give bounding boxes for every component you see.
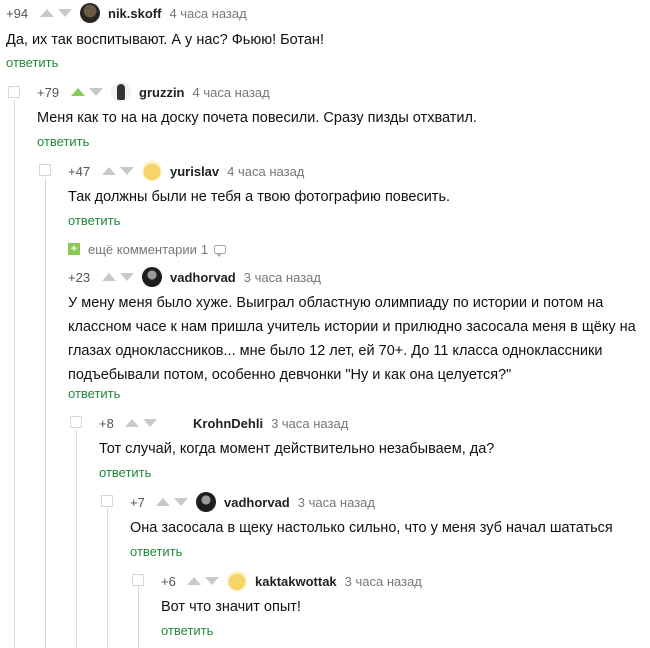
rating-score: +23 [68,269,91,285]
reply-link[interactable]: ответить [37,134,89,149]
avatar[interactable] [227,571,247,591]
timestamp[interactable]: 4 часа назад [227,164,304,179]
thread-line [45,178,46,648]
rating-score: +94 [6,5,29,21]
comment-text: Меня как то на на доску почета повесили.… [37,110,477,126]
collapse-branch-toggle[interactable] [8,86,20,98]
more-comments-count: 1 [200,241,209,257]
downvote-icon[interactable] [120,273,134,281]
reply-link[interactable]: ответить [68,213,120,228]
username[interactable]: vadhorvad [224,495,290,510]
downvote-icon[interactable] [89,88,103,96]
avatar[interactable] [165,413,185,433]
upvote-icon[interactable] [40,9,54,17]
thread-line [14,100,15,648]
avatar[interactable] [111,82,131,102]
timestamp[interactable]: 4 часа назад [193,85,270,100]
downvote-icon[interactable] [58,9,72,17]
comment-text: Вот что значит опыт! [161,599,301,615]
reply-link[interactable]: ответить [68,386,120,401]
thread-line [107,508,108,648]
comment-text-line: глазах одноклассников... мне было 12 лет… [68,343,603,359]
username[interactable]: kaktakwottak [255,574,337,589]
reply-link[interactable]: ответить [161,623,213,638]
timestamp[interactable]: 4 часа назад [169,6,246,21]
comment-text-line: подъебывали потом, особенно девчонки "Ну… [68,367,512,383]
comment: +7 vadhorvad 3 часа назад Она засосала в… [130,491,640,561]
collapse-branch-toggle[interactable] [39,164,51,176]
more-comments-button[interactable]: + ещё комментарии 1 [68,240,227,258]
comment: +47 yurislav 4 часа назад Так должны был… [68,160,638,230]
upvote-icon[interactable] [156,498,170,506]
upvote-icon[interactable] [102,273,116,281]
reply-link[interactable]: ответить [130,544,182,559]
comment: +23 vadhorvad 3 часа назад У мену меня б… [68,266,643,406]
comment-text: Она засосала в щеку настолько сильно, чт… [130,520,613,536]
comment-text-line: классном часе к нам пришла учитель истор… [68,319,636,335]
downvote-icon[interactable] [120,167,134,175]
avatar[interactable] [142,267,162,287]
avatar[interactable] [80,3,100,23]
comment-header: +8 KrohnDehli 3 часа назад [99,412,348,434]
reply-link[interactable]: ответить [99,465,151,480]
more-comments-label: ещё комментарии [88,241,197,257]
timestamp[interactable]: 3 часа назад [271,416,348,431]
comment-header: +79 gruzzin 4 часа назад [37,81,270,103]
rating-score: +7 [130,494,145,510]
comment-header: +47 yurislav 4 часа назад [68,160,304,182]
comment-header: +7 vadhorvad 3 часа назад [130,491,375,513]
upvote-icon[interactable] [187,577,201,585]
rating-score: +47 [68,163,91,179]
collapse-branch-toggle[interactable] [132,574,144,586]
upvote-icon[interactable] [125,419,139,427]
downvote-icon[interactable] [205,577,219,585]
username[interactable]: nik.skoff [108,6,161,21]
comment-text: У мену меня было хуже. Выиграл областную… [68,291,636,387]
collapse-branch-toggle[interactable] [70,416,82,428]
comment: +79 gruzzin 4 часа назад Меня как то на … [37,81,637,151]
avatar[interactable] [142,161,162,181]
plus-icon: + [68,243,80,255]
timestamp[interactable]: 3 часа назад [244,270,321,285]
comment: +94 nik.skoff 4 часа назад Да, их так во… [6,2,626,72]
avatar[interactable] [196,492,216,512]
collapse-branch-toggle[interactable] [101,495,113,507]
comment-text: Так должны были не тебя а твою фотографи… [68,189,451,205]
username[interactable]: KrohnDehli [193,416,263,431]
comment-header: +23 vadhorvad 3 часа назад [68,266,321,288]
upvote-icon[interactable] [102,167,116,175]
upvote-icon[interactable] [71,88,85,96]
comment-text: Тот случай, когда момент действительно н… [99,441,495,457]
rating-score: +79 [37,84,60,100]
username[interactable]: gruzzin [139,85,185,100]
reply-link[interactable]: ответить [6,55,58,70]
timestamp[interactable]: 3 часа назад [345,574,422,589]
downvote-icon[interactable] [174,498,188,506]
thread-line [76,430,77,648]
timestamp[interactable]: 3 часа назад [298,495,375,510]
rating-score: +6 [161,573,176,589]
thread-line [138,586,139,648]
rating-score: +8 [99,415,114,431]
comment-text-line: У мену меня было хуже. Выиграл областную… [68,295,604,311]
comment-header: +94 nik.skoff 4 часа назад [6,2,247,24]
comment-text: Да, их так воспитывают. А у нас? Фьюю! Б… [6,32,324,48]
comment: +8 KrohnDehli 3 часа назад Тот случай, к… [99,412,639,482]
comment: +6 kaktakwottak 3 часа назад Вот что зна… [161,570,641,642]
comment-bubble-icon [214,244,227,257]
username[interactable]: yurislav [170,164,219,179]
downvote-icon[interactable] [143,419,157,427]
username[interactable]: vadhorvad [170,270,236,285]
comment-header: +6 kaktakwottak 3 часа назад [161,570,422,592]
